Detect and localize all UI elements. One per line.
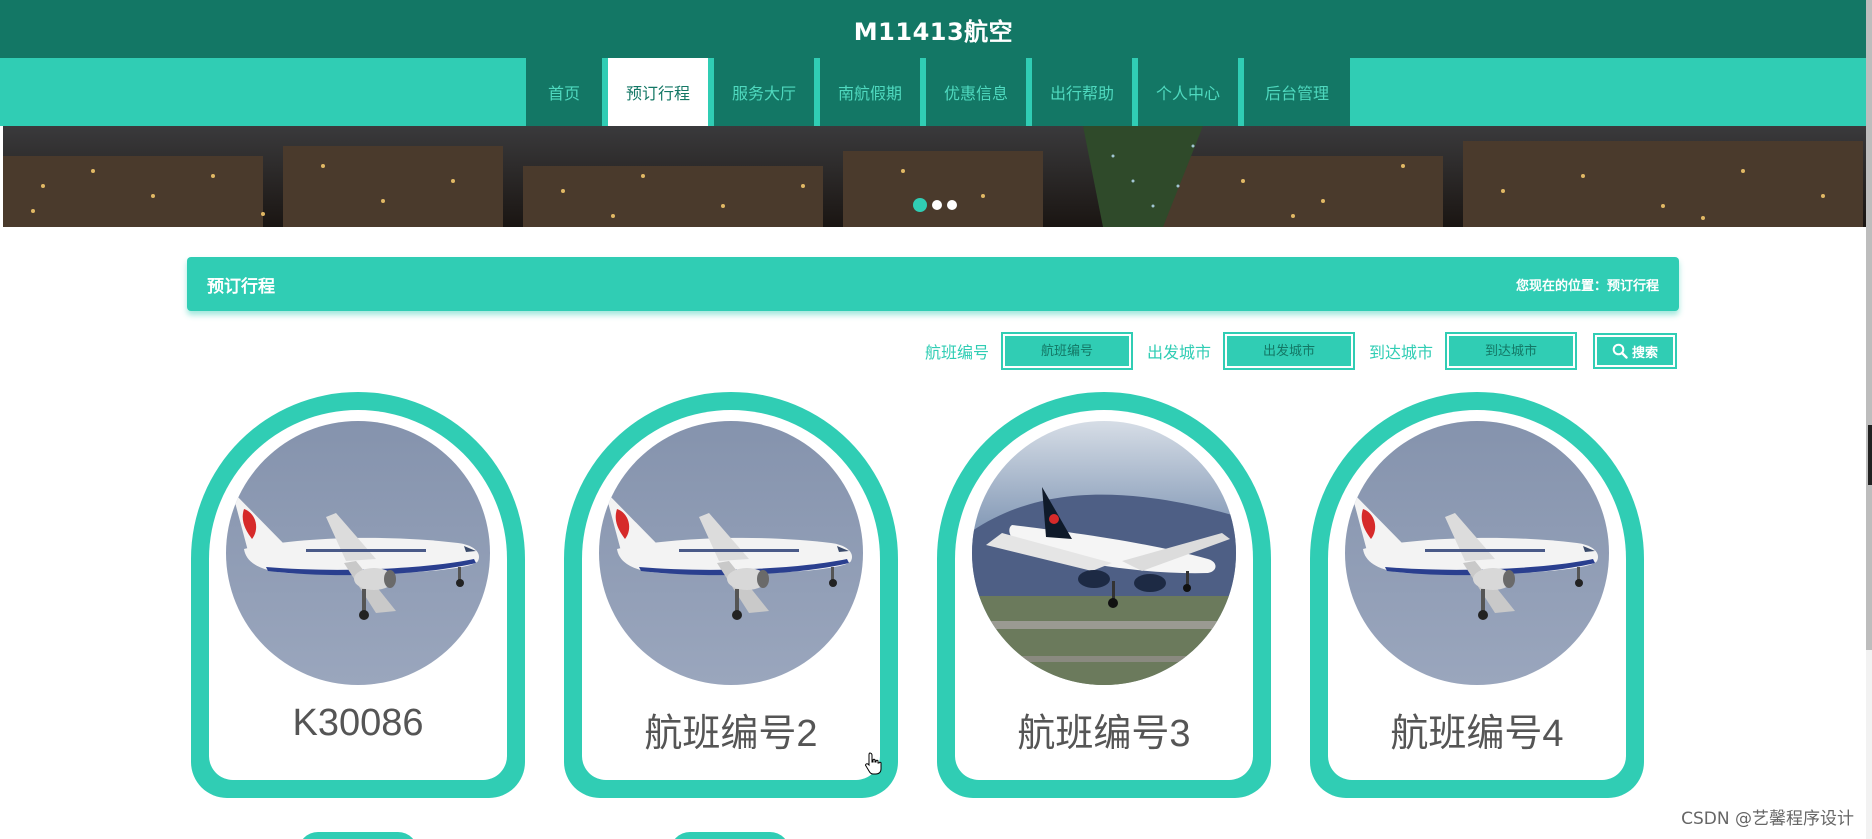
nav-item-travel-help[interactable]: 出行帮助 — [1032, 58, 1132, 126]
air-china-plane-image — [226, 421, 490, 685]
carousel-indicators — [913, 198, 957, 212]
nav-item-home[interactable]: 首页 — [526, 58, 602, 126]
carousel-dot[interactable] — [947, 200, 957, 210]
search-button-label: 搜索 — [1631, 345, 1658, 361]
flight-image[interactable] — [1345, 421, 1609, 685]
carousel-dot[interactable] — [932, 200, 942, 210]
nav-item-admin[interactable]: 后台管理 — [1244, 58, 1350, 126]
air-china-plane-image — [1345, 421, 1609, 685]
scrollbar-thumb[interactable] — [1866, 0, 1872, 650]
site-title: M11413航空 — [853, 17, 1014, 46]
departure-city-label: 出发城市 — [1146, 343, 1211, 362]
search-button[interactable]: 搜索 — [1593, 333, 1677, 369]
nav-item-promotions[interactable]: 优惠信息 — [926, 58, 1026, 126]
nav-item-service-hall[interactable]: 服务大厅 — [714, 58, 814, 126]
site-header: M11413航空 — [0, 0, 1872, 58]
flight-name[interactable]: 航班编号3 — [955, 702, 1253, 757]
carousel-dot[interactable] — [913, 198, 927, 212]
air-canada-plane-image — [972, 421, 1236, 685]
arrival-city-label: 到达城市 — [1368, 343, 1433, 362]
section-header: 预订行程 您现在的位置：预订行程 — [187, 257, 1679, 311]
air-china-plane-image — [599, 421, 863, 685]
watermark: CSDN @艺馨程序设计 — [1681, 809, 1854, 829]
flight-card[interactable]: 航班编号3 — [937, 392, 1271, 798]
hero-banner — [3, 126, 1866, 227]
flight-card-next-row — [298, 832, 418, 839]
flight-card[interactable]: 航班编号4 — [1310, 392, 1644, 798]
main-nav: 首页 预订行程 服务大厅 南航假期 优惠信息 出行帮助 个人中心 后台管理 — [0, 58, 1866, 126]
search-bar: 航班编号 出发城市 到达城市 搜索 — [911, 332, 1677, 370]
flight-card[interactable]: K30086 — [191, 392, 525, 798]
breadcrumb: 您现在的位置：预订行程 — [1515, 278, 1659, 294]
flight-card-next-row — [670, 832, 790, 839]
search-icon — [1612, 343, 1628, 359]
nav-item-holidays[interactable]: 南航假期 — [820, 58, 920, 126]
scrollbar-marker — [1868, 425, 1872, 485]
section-title: 预订行程 — [207, 276, 275, 297]
flight-image[interactable] — [972, 421, 1236, 685]
flight-name[interactable]: K30086 — [209, 702, 507, 745]
nav-item-user-center[interactable]: 个人中心 — [1138, 58, 1238, 126]
flight-image[interactable] — [599, 421, 863, 685]
flight-number-label: 航班编号 — [924, 343, 989, 362]
flight-name[interactable]: 航班编号2 — [582, 702, 880, 757]
page-scrollbar[interactable] — [1866, 0, 1872, 839]
departure-city-input[interactable] — [1222, 332, 1355, 370]
flight-image[interactable] — [226, 421, 490, 685]
hand-cursor-icon — [865, 752, 882, 775]
flight-card[interactable]: 航班编号2 — [564, 392, 898, 798]
nav-item-booking[interactable]: 预订行程 — [608, 58, 708, 126]
flight-number-input[interactable] — [1000, 332, 1133, 370]
flight-name[interactable]: 航班编号4 — [1328, 702, 1626, 757]
arrival-city-input[interactable] — [1445, 332, 1577, 370]
